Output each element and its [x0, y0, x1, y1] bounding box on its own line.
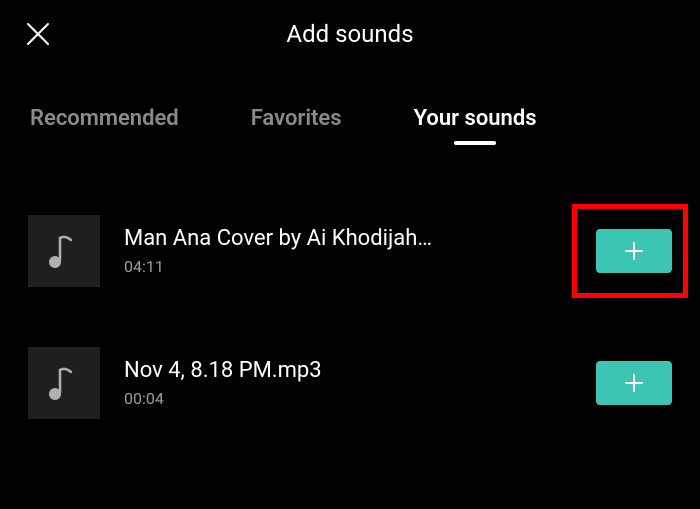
- add-sound-button[interactable]: [596, 361, 672, 405]
- sound-item: Nov 4, 8.18 PM.mp3 00:04: [28, 347, 672, 419]
- close-icon: [24, 20, 52, 48]
- add-sound-button[interactable]: [596, 229, 672, 273]
- sound-thumbnail[interactable]: [28, 347, 100, 419]
- sound-info: Nov 4, 8.18 PM.mp3 00:04: [124, 358, 596, 408]
- plus-icon: [623, 372, 645, 394]
- sound-duration: 04:11: [124, 257, 596, 276]
- page-title: Add sounds: [286, 20, 413, 48]
- plus-icon: [623, 240, 645, 262]
- close-button[interactable]: [24, 20, 52, 48]
- sound-title: Nov 4, 8.18 PM.mp3: [124, 358, 596, 383]
- sound-list: Man Ana Cover by Ai Khodijah… 04:11 Nov …: [0, 145, 700, 419]
- tabs-container: Recommended Favorites Your sounds: [0, 66, 700, 145]
- music-note-icon: [47, 364, 81, 402]
- tab-favorites[interactable]: Favorites: [251, 106, 342, 145]
- sound-info: Man Ana Cover by Ai Khodijah… 04:11: [124, 226, 596, 276]
- header: Add sounds: [0, 0, 700, 66]
- sound-thumbnail[interactable]: [28, 215, 100, 287]
- sound-duration: 00:04: [124, 389, 596, 408]
- tab-your-sounds[interactable]: Your sounds: [414, 106, 537, 145]
- music-note-icon: [47, 232, 81, 270]
- tab-recommended[interactable]: Recommended: [30, 106, 179, 145]
- sound-item: Man Ana Cover by Ai Khodijah… 04:11: [28, 215, 672, 287]
- sound-title: Man Ana Cover by Ai Khodijah…: [124, 226, 596, 251]
